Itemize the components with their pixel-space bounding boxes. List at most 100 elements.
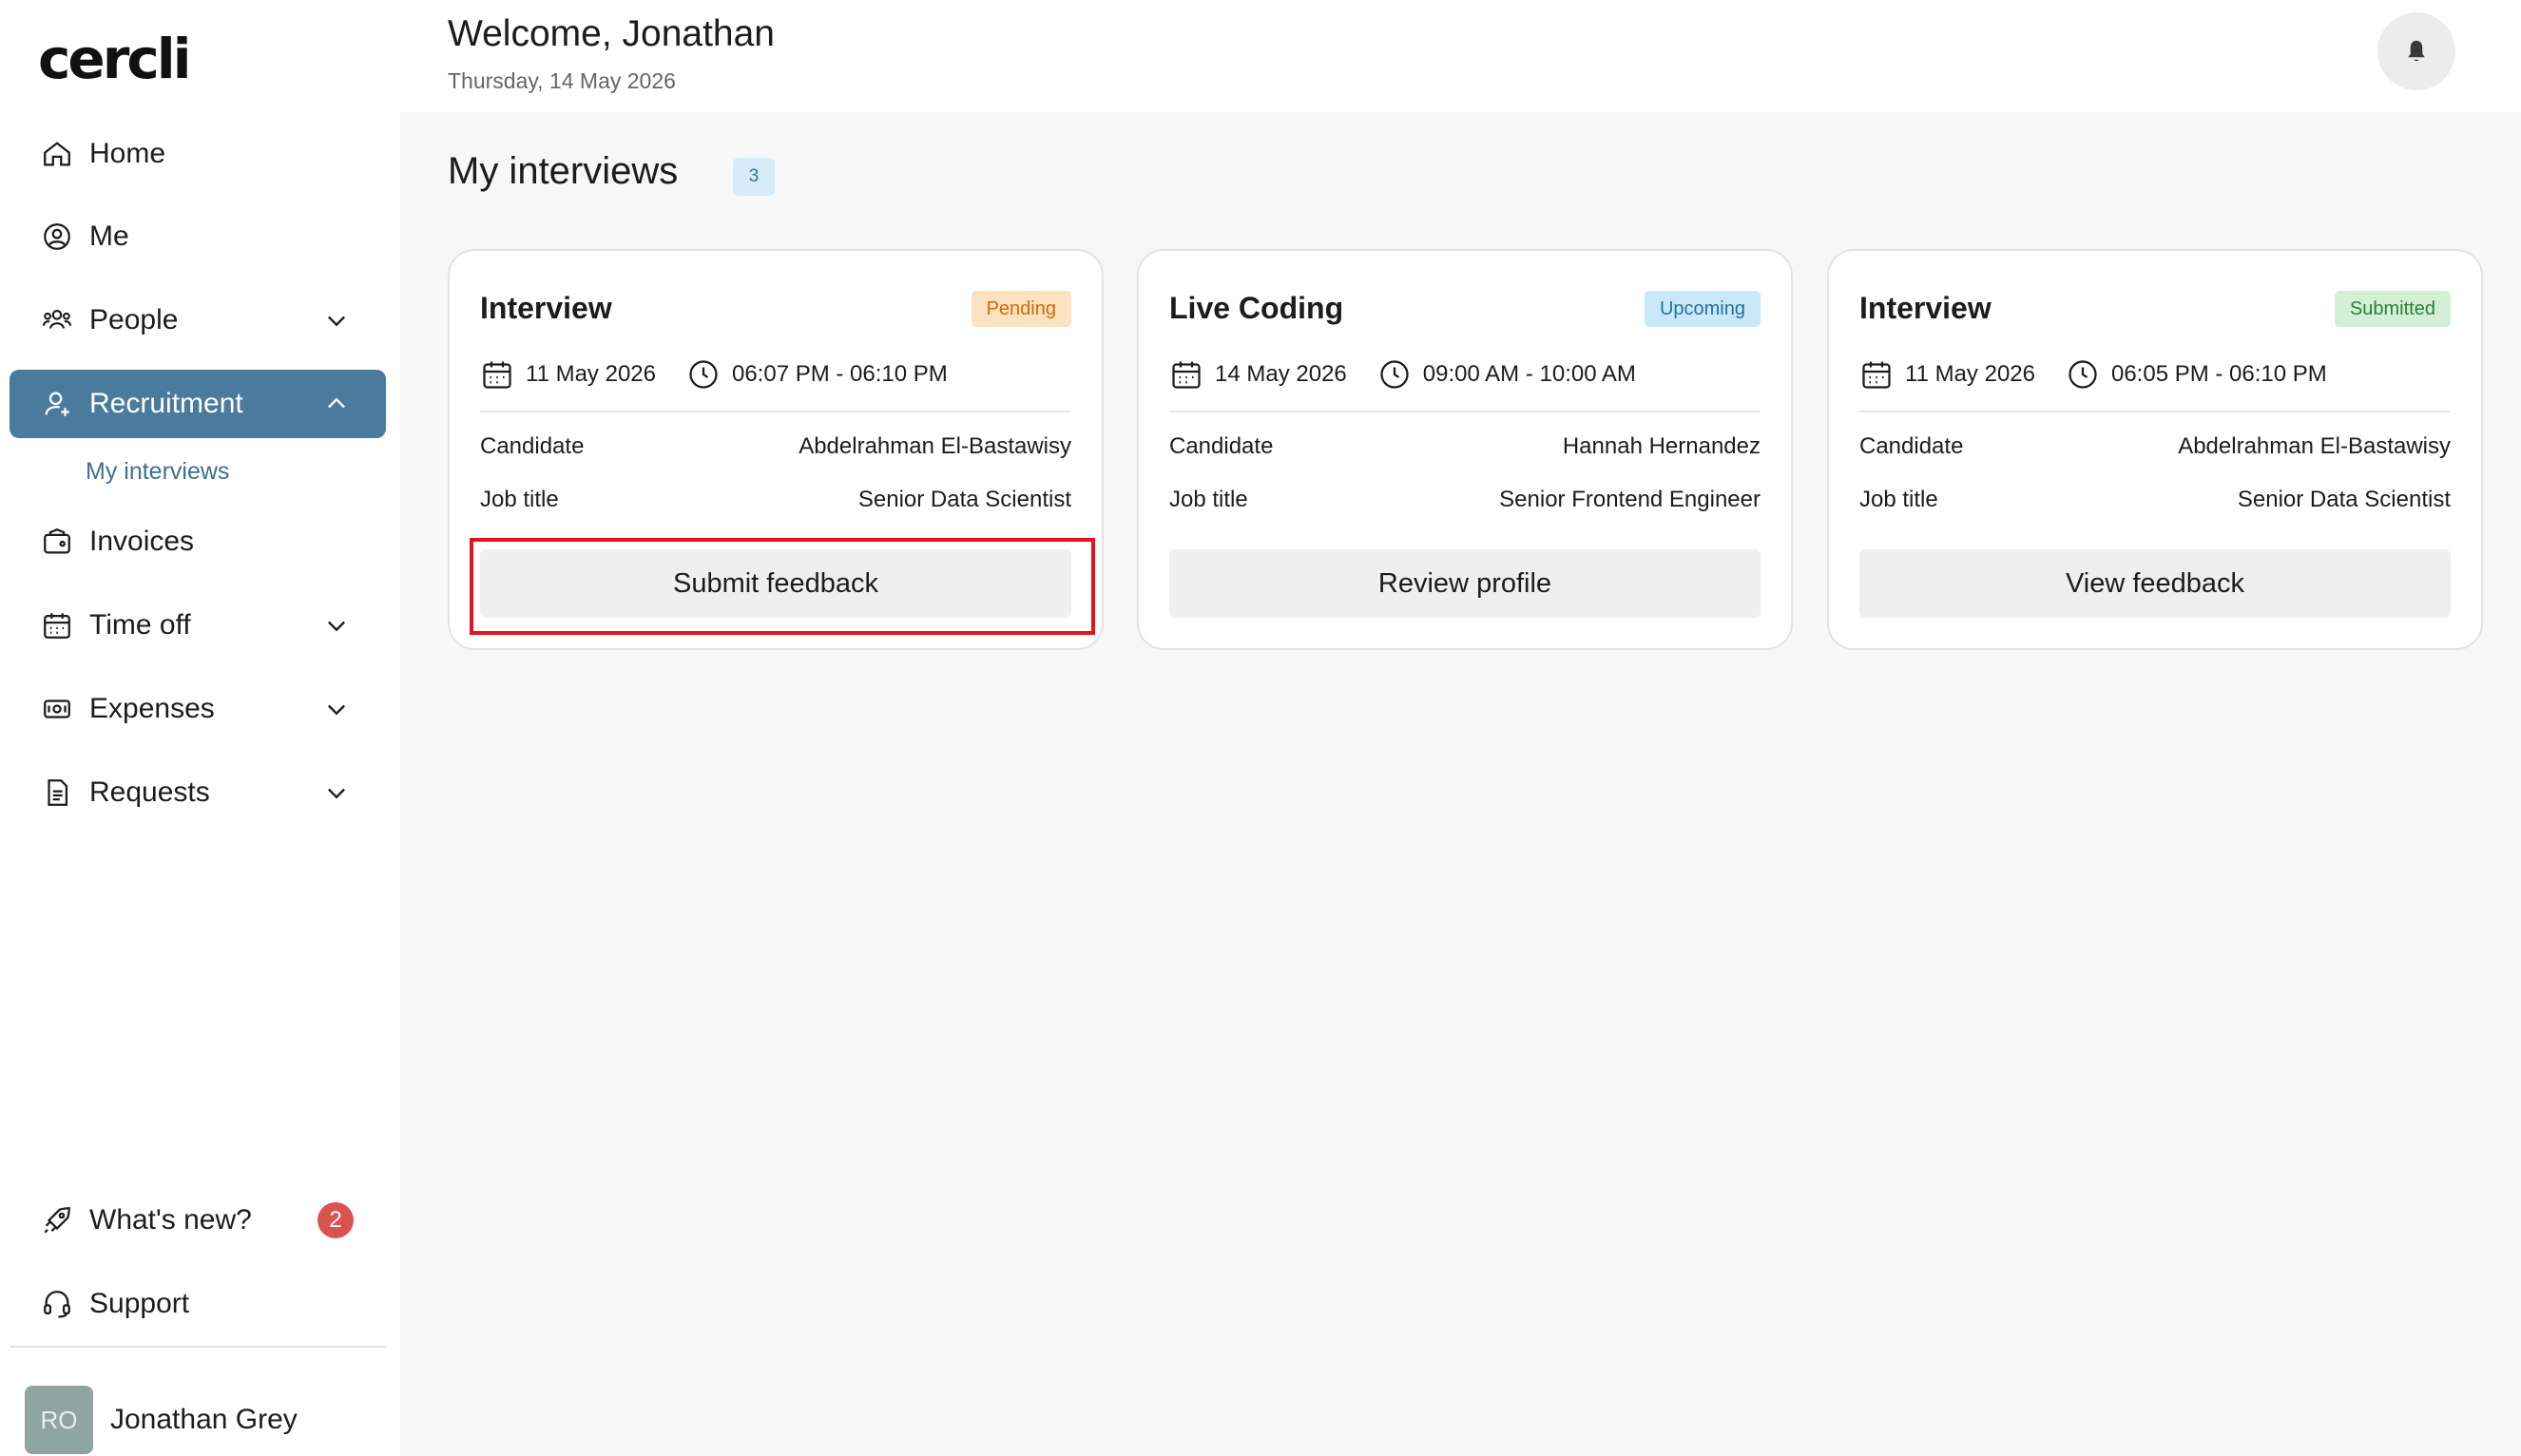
candidate-label: Candidate [1169,433,1274,459]
job-title-row: Job title Senior Data Scientist [1859,487,2451,513]
sidebar-item-home[interactable]: Home [10,120,386,188]
calendar-icon [40,608,74,642]
welcome-title: Welcome, Jonathan [448,13,775,54]
interview-time: 09:00 AM - 10:00 AM [1422,361,1636,387]
schedule-row: 14 May 2026 09:00 AM - 10:00 AM [1169,357,1636,392]
candidate-row: Candidate Hannah Hernandez [1169,433,1761,460]
schedule-row: 11 May 2026 06:05 PM - 06:10 PM [1859,357,2327,392]
job-title-value: Senior Data Scientist [2237,487,2451,512]
submit-feedback-button[interactable]: Submit feedback [480,549,1071,618]
interview-card: Live Coding Upcoming 14 May 2026 09:00 A… [1137,249,1793,650]
recruit-icon [40,387,74,421]
sidebar-item-me[interactable]: Me [10,202,386,271]
interview-count-badge: 3 [733,158,775,196]
card-divider [1169,411,1761,412]
job-title-row: Job title Senior Frontend Engineer [1169,487,1761,513]
sidebar-item-label: Home [89,138,166,169]
interview-time: 06:05 PM - 06:10 PM [2110,361,2327,387]
candidate-label: Candidate [1859,433,1964,459]
chevron-down-icon[interactable] [323,696,350,722]
card-divider [1859,411,2451,412]
job-title-label: Job title [1859,487,1938,512]
job-title-value: Senior Frontend Engineer [1499,487,1761,512]
sidebar-item-label: What's new? [89,1204,252,1236]
review-profile-button[interactable]: Review profile [1169,549,1761,618]
current-date: Thursday, 14 May 2026 [448,68,676,93]
candidate-name: Abdelrahman El-Bastawisy [799,433,1071,459]
status-badge: Upcoming [1644,291,1761,327]
interview-date: 11 May 2026 [526,361,656,387]
app-root: cercli Home Me People Recruitment My int… [0,0,2521,1456]
sidebar-item-time-off[interactable]: Time off [10,591,386,660]
sidebar-item-label: Me [89,220,129,252]
sidebar-item-invoices[interactable]: Invoices [10,508,386,576]
sidebar: cercli Home Me People Recruitment My int… [0,0,400,1456]
user-profile[interactable]: RO Jonathan Grey [25,1386,298,1454]
sidebar-item-label: Support [89,1288,190,1319]
sidebar-item-support[interactable]: Support [10,1270,386,1338]
candidate-name: Abdelrahman El-Bastawisy [2178,433,2451,459]
invoice-icon [40,525,74,559]
calendar-icon [1862,361,1891,389]
sidebar-subitem-my-interviews[interactable]: My interviews [86,458,229,486]
status-badge: Submitted [2334,291,2451,327]
interview-date: 14 May 2026 [1215,361,1347,387]
money-icon [40,692,74,726]
job-title-label: Job title [1169,487,1248,512]
document-icon [40,776,74,810]
interview-time: 06:07 PM - 06:10 PM [731,361,948,387]
sidebar-item-label: Time off [89,609,191,641]
interview-date: 11 May 2026 [1905,361,2035,387]
sidebar-item-people[interactable]: People [10,286,386,354]
card-title: Interview [480,291,612,325]
job-title-row: Job title Senior Data Scientist [480,487,1071,513]
status-badge: Pending [971,291,1071,327]
notifications-button[interactable] [2377,12,2455,90]
home-icon [40,137,74,171]
people-icon [40,303,74,337]
header: Welcome, Jonathan Thursday, 14 May 2026 [400,0,2521,112]
job-title-label: Job title [480,487,559,512]
rocket-icon [40,1203,74,1237]
candidate-row: Candidate Abdelrahman El-Bastawisy [1859,433,2451,460]
interview-card: Interview Submitted 11 May 2026 06:05 PM… [1827,249,2483,650]
calendar-icon [483,361,511,389]
headset-icon [40,1287,74,1321]
card-divider [480,411,1071,412]
schedule-row: 11 May 2026 06:07 PM - 06:10 PM [480,357,948,392]
sidebar-item-label: Invoices [89,526,195,557]
chevron-down-icon[interactable] [323,307,350,334]
sidebar-item-requests[interactable]: Requests [10,758,386,827]
candidate-row: Candidate Abdelrahman El-Bastawisy [480,433,1071,460]
clock-icon [689,360,718,389]
clock-icon [1380,360,1409,389]
sidebar-item-label: People [89,304,179,335]
user-name: Jonathan Grey [110,1404,298,1435]
sidebar-item-expenses[interactable]: Expenses [10,675,386,743]
clock-icon [2069,360,2097,389]
candidate-name: Hannah Hernandez [1562,433,1761,459]
user-circle-icon [40,220,74,254]
main-content: My interviews 3 Interview Pending 11 May… [400,112,2521,1456]
avatar: RO [25,1386,93,1454]
chevron-up-icon[interactable] [323,391,350,417]
view-feedback-button[interactable]: View feedback [1859,549,2451,618]
card-title: Live Coding [1169,291,1344,325]
sidebar-item-label: Expenses [89,693,215,724]
calendar-icon [1172,361,1201,389]
sidebar-item-whats-new[interactable]: What's new? 2 [10,1186,386,1255]
notification-count-badge: 2 [318,1202,354,1238]
card-title: Interview [1859,291,1992,325]
sidebar-item-label: Requests [89,776,210,808]
job-title-value: Senior Data Scientist [857,487,1071,512]
sidebar-item-label: Recruitment [89,388,243,419]
bell-icon [2408,40,2425,62]
sidebar-divider [10,1346,386,1348]
page-title: My interviews [448,150,679,192]
chevron-down-icon[interactable] [323,779,350,806]
interview-card: Interview Pending 11 May 2026 06:07 PM -… [448,249,1104,650]
chevron-down-icon[interactable] [323,612,350,639]
logo[interactable]: cercli [38,27,191,91]
sidebar-item-recruitment[interactable]: Recruitment [10,370,386,438]
candidate-label: Candidate [480,433,585,459]
